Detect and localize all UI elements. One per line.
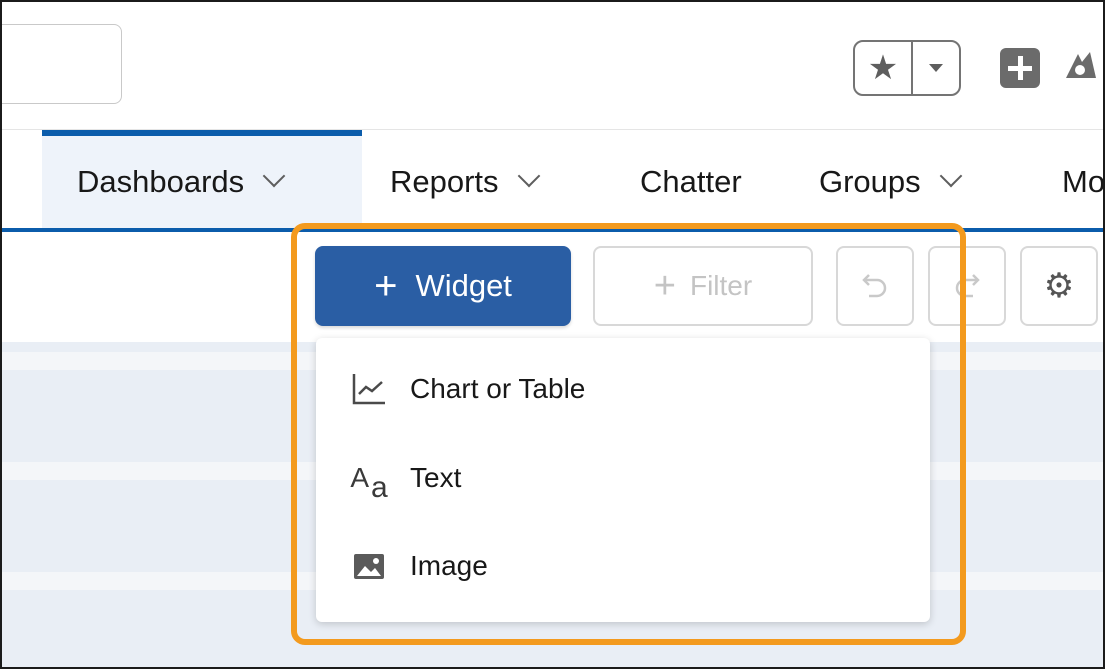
add-widget-button[interactable]: + Widget	[315, 246, 571, 326]
add-widget-label: Widget	[415, 268, 512, 303]
menu-item-label: Chart or Table	[410, 373, 586, 404]
dashboard-settings-button[interactable]: ⚙	[1020, 246, 1098, 326]
trailhead-icon[interactable]	[1060, 48, 1100, 88]
nav-tab-chatter[interactable]: Chatter	[640, 160, 742, 204]
global-header: ★	[2, 2, 1103, 130]
app-navigation-bar: Dashboards Reports Chatter Groups Mo	[2, 130, 1105, 232]
nav-tab-label: Dashboards	[77, 164, 245, 199]
nav-tab-groups[interactable]: Groups	[819, 160, 962, 204]
add-widget-menu: Chart or Table Aa Text Image	[316, 338, 930, 622]
favorites-menu-chevron-icon[interactable]	[913, 42, 959, 94]
redo-icon	[955, 274, 980, 298]
undo-button[interactable]	[836, 246, 914, 326]
redo-button[interactable]	[928, 246, 1006, 326]
undo-icon	[862, 274, 887, 298]
add-filter-label: Filter	[689, 270, 753, 301]
text-format-icon: Aa	[350, 462, 388, 504]
nav-tab-label: Groups	[819, 164, 921, 199]
image-icon	[354, 554, 384, 579]
nav-tab-more[interactable]: Mo	[1062, 160, 1105, 204]
nav-tab-label: Reports	[390, 164, 499, 199]
nav-tab-dashboards[interactable]: Dashboards	[77, 160, 286, 204]
chevron-down-icon[interactable]	[939, 164, 962, 188]
nav-tab-label: Chatter	[640, 164, 742, 199]
menu-item-chart-or-table[interactable]: Chart or Table	[316, 349, 930, 429]
favorites-button-group: ★	[853, 40, 961, 96]
menu-item-text[interactable]: Aa Text	[316, 438, 930, 518]
app-frame: ★ Dashboards Reports Chatter Groups Mo +…	[0, 0, 1105, 669]
menu-item-label: Text	[410, 462, 462, 493]
plus-icon: +	[653, 264, 676, 307]
star-icon[interactable]: ★	[855, 42, 913, 94]
chevron-down-icon[interactable]	[262, 164, 286, 188]
chevron-down-icon[interactable]	[517, 164, 540, 188]
global-actions-plus-icon[interactable]	[1000, 48, 1040, 88]
menu-item-label: Image	[410, 550, 488, 581]
add-filter-button[interactable]: + Filter	[593, 246, 813, 326]
global-search-input[interactable]	[2, 24, 122, 104]
line-chart-icon	[352, 374, 385, 405]
gear-icon: ⚙	[1043, 267, 1075, 305]
plus-icon: +	[374, 264, 398, 308]
menu-item-image[interactable]: Image	[316, 526, 930, 606]
nav-tab-reports[interactable]: Reports	[390, 160, 540, 204]
nav-tab-label: Mo	[1062, 164, 1105, 199]
